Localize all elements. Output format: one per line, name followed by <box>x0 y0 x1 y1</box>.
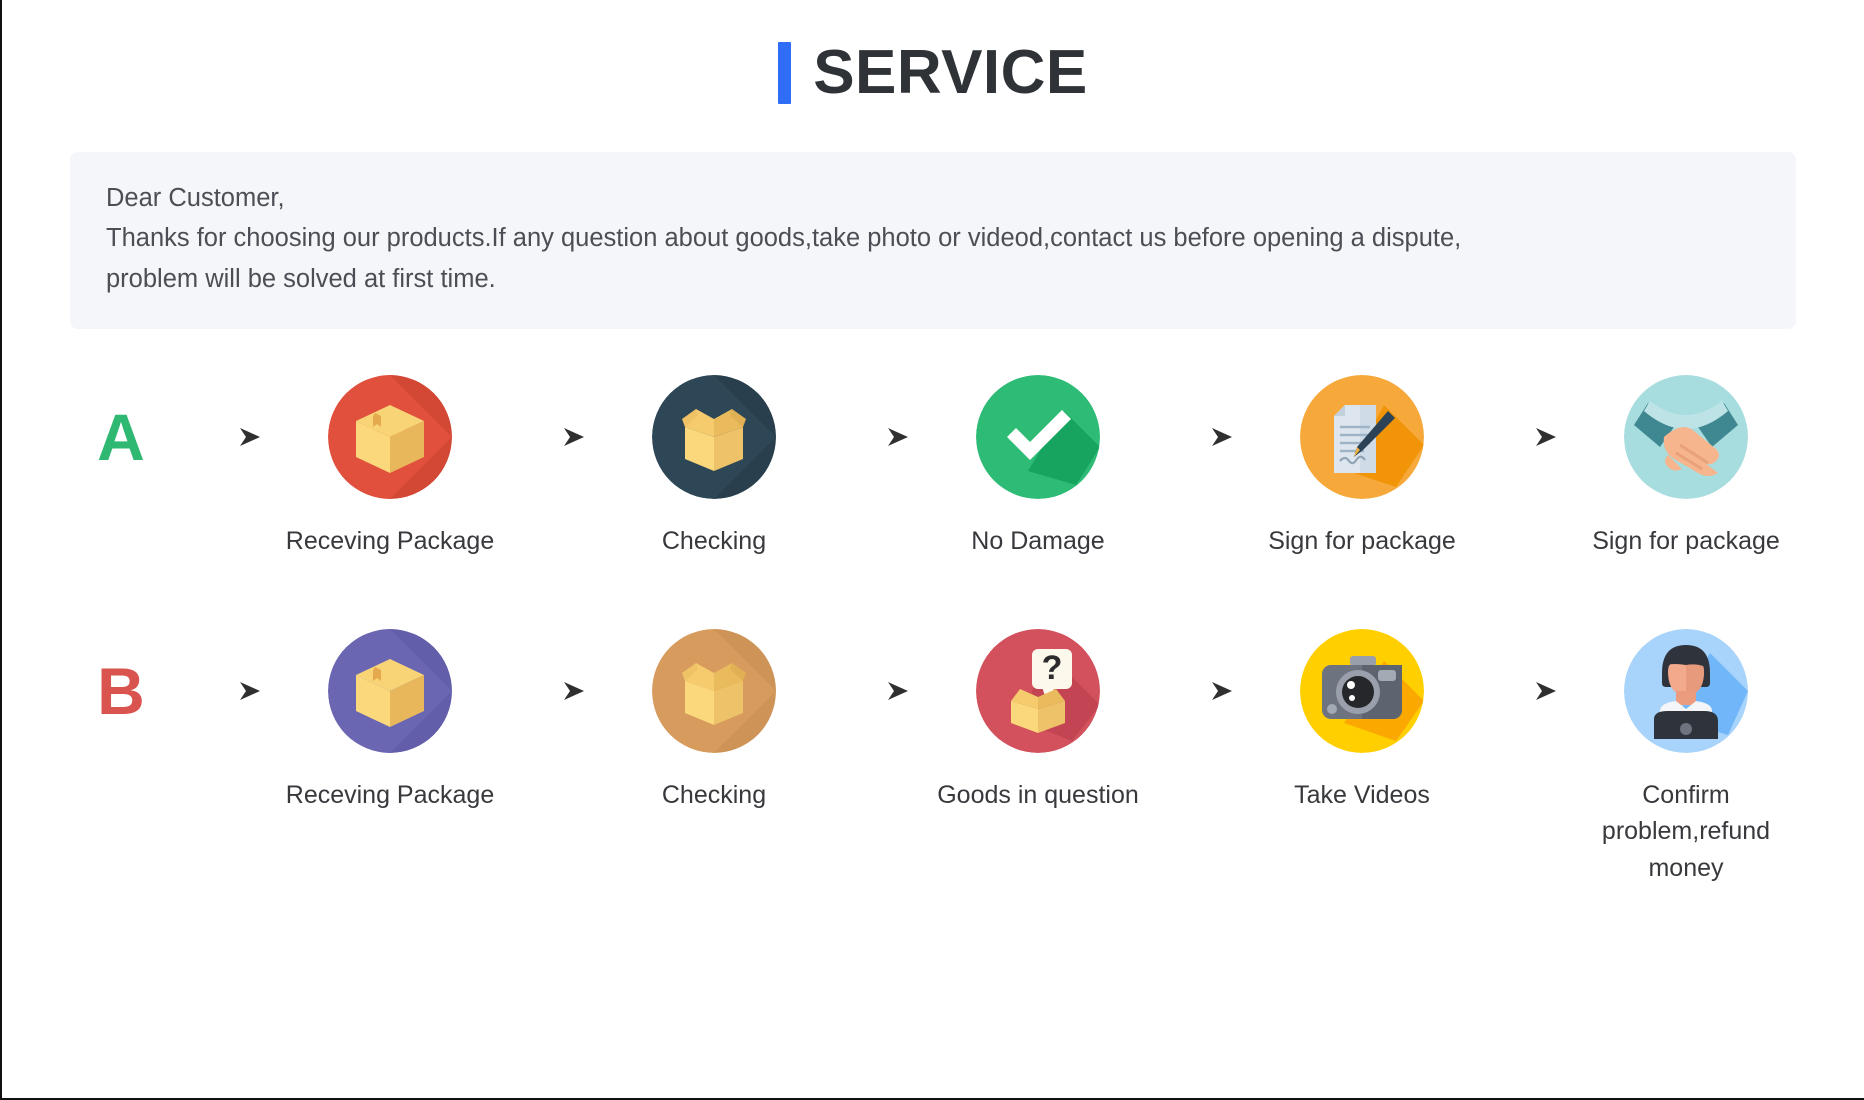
flow-step-b-3: ? Goods in question <box>924 629 1152 813</box>
arrow-right-icon <box>1152 629 1248 753</box>
arrow-right-icon <box>180 629 276 753</box>
flow-badge-b: B <box>62 629 180 753</box>
title-wrap: SERVICE <box>778 42 1088 104</box>
arrow-right-icon <box>504 629 600 753</box>
notice-line-2: Thanks for choosing our products.If any … <box>106 224 1462 253</box>
flow-step-label: Sign for package <box>1592 526 1780 555</box>
arrow-right-icon <box>1152 375 1248 499</box>
flow-step-label: Sign for package <box>1268 526 1456 555</box>
notice-line-1: Dear Customer, <box>106 184 285 212</box>
support-agent-icon <box>1624 629 1748 754</box>
service-flow: A Receving Package Checking No Damage Si… <box>62 329 1804 886</box>
flow-row-a: A Receving Package Checking No Damage Si… <box>62 374 1804 559</box>
check-mark-icon <box>976 374 1100 499</box>
flow-step-label: Confirm problem,refund money <box>1601 781 1771 882</box>
flow-row-b: B Receving Package Checking ? Goods in q… <box>62 629 1804 886</box>
camera-icon <box>1300 629 1424 754</box>
flow-step-a-3: No Damage <box>924 374 1152 559</box>
open-box-icon <box>652 629 776 754</box>
flow-step-label: No Damage <box>971 526 1105 555</box>
arrow-right-icon <box>1476 629 1572 753</box>
flow-step-b-2: Checking <box>600 629 828 813</box>
flow-step-label: Checking <box>661 781 767 810</box>
arrow-right-icon <box>504 375 600 499</box>
flow-step-a-5: Sign for package <box>1572 374 1800 559</box>
flow-step-b-1: Receving Package <box>276 629 504 813</box>
question-box-icon: ? <box>976 629 1100 754</box>
flow-badge-b-letter: B <box>97 654 145 729</box>
document-signature-icon <box>1300 374 1424 499</box>
handshake-icon <box>1624 374 1748 499</box>
flow-step-a-4: Sign for package <box>1248 374 1476 559</box>
flow-step-b-4: Take Videos <box>1248 629 1476 813</box>
flow-step-label: Take Videos <box>1294 781 1430 810</box>
flow-step-a-1: Receving Package <box>276 374 504 559</box>
arrow-right-icon <box>1476 375 1572 499</box>
package-box-icon <box>328 374 452 499</box>
page-header: SERVICE <box>2 0 1864 109</box>
flow-badge-a: A <box>62 375 180 499</box>
flow-badge-a-letter: A <box>97 399 145 474</box>
notice-line-3: problem will be solved at first time. <box>106 264 496 293</box>
arrow-right-icon <box>828 629 924 753</box>
arrow-right-icon <box>828 375 924 499</box>
flow-step-label: Receving Package <box>285 526 495 555</box>
flow-step-label: Checking <box>661 526 767 555</box>
flow-step-label: Goods in question <box>937 781 1139 810</box>
flow-step-b-5: Confirm problem,refund money <box>1572 629 1800 886</box>
customer-notice-box: Dear Customer, Thanks for choosing our p… <box>70 152 1796 329</box>
flow-step-a-2: Checking <box>600 374 828 559</box>
package-box-icon <box>328 629 452 754</box>
flow-step-label: Receving Package <box>285 781 495 810</box>
title-accent-bar <box>778 42 792 104</box>
svg-text:?: ? <box>1042 649 1063 687</box>
service-page: SERVICE Dear Customer, Thanks for choosi… <box>0 0 1864 1100</box>
open-box-icon <box>652 374 776 499</box>
page-title: SERVICE <box>813 38 1088 107</box>
arrow-right-icon <box>180 375 276 499</box>
